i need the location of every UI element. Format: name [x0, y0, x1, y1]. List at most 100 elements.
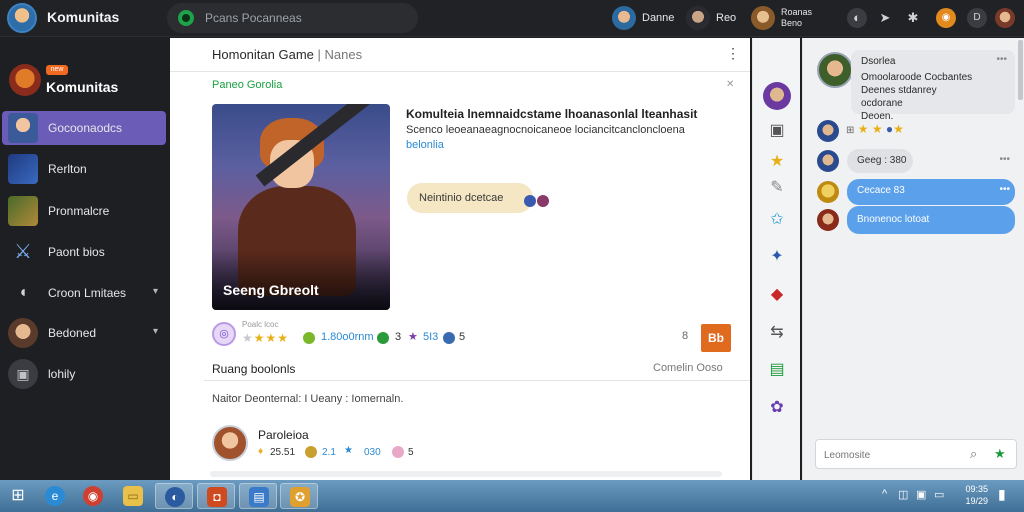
section-label: Paneo Gorolia — [212, 79, 283, 91]
sidebar-item-label: Paont bios — [48, 245, 105, 259]
d-icon[interactable]: D — [967, 8, 987, 28]
avatar[interactable] — [817, 120, 839, 142]
chat-input[interactable]: ⌕ ★ — [815, 439, 1017, 469]
taskbar-app-browser[interactable]: e — [36, 483, 74, 509]
post-description: Scenco leoeanaeagnocnoicaneoe lociancitc… — [406, 124, 685, 136]
gear-icon[interactable]: ✱ — [903, 8, 923, 28]
action-button[interactable]: Bb — [701, 324, 731, 352]
sidebar-item-rerlton[interactable]: Rerlton — [2, 152, 166, 186]
compass-icon[interactable]: ➤ — [875, 8, 895, 28]
app-logo[interactable] — [7, 3, 37, 33]
media-player-icon: ◉ — [83, 486, 103, 506]
chevron-up-icon[interactable]: ^ — [882, 488, 887, 500]
scrollbar[interactable] — [1018, 40, 1023, 100]
message-text: Cecace 83 — [857, 185, 905, 196]
avatar[interactable] — [817, 52, 853, 88]
clock-date: 19/29 — [965, 496, 988, 506]
chat-bubble-icon: ◖ — [18, 284, 28, 301]
sidebar-item-label: Rerlton — [48, 162, 87, 176]
topbar-user-reo[interactable]: Reo — [686, 4, 736, 32]
settings-gear-icon[interactable]: ◐ — [847, 8, 867, 28]
avatar-icon[interactable] — [763, 82, 791, 110]
sidebar-item-lohily[interactable]: ▣ lohily — [2, 357, 166, 391]
calendar-icon[interactable]: ▤ — [763, 357, 791, 383]
user-subtitle: Beno — [781, 18, 803, 28]
message-text: Geeg : 380 — [857, 155, 907, 166]
chevron-down-icon[interactable]: ▾ — [153, 286, 158, 297]
chat-message[interactable]: Bnonenoc lotoat — [847, 206, 1015, 234]
star-icon[interactable]: ★ — [763, 149, 791, 175]
star-outline-icon[interactable]: ✩ — [763, 207, 791, 233]
chat-message[interactable]: Cecace 83 — [847, 179, 1015, 205]
game-icon: ✪ — [290, 487, 310, 507]
more-options-icon[interactable]: ••• — [999, 154, 1010, 165]
start-button[interactable]: ⊞ — [0, 483, 38, 509]
network-icon[interactable]: ◫ — [898, 488, 908, 501]
topbar-user-roanas[interactable]: Roanas Beno — [751, 4, 812, 32]
gem-icon[interactable]: ◆ — [763, 282, 791, 308]
chat-message-card[interactable]: Dsorlea Omoolaroode Cocbantes Deenes std… — [851, 50, 1015, 122]
send-star-icon[interactable]: ★ — [994, 446, 1006, 462]
more-options-icon[interactable]: ••• — [996, 54, 1007, 65]
profile-icon[interactable] — [995, 8, 1015, 28]
battery-icon[interactable]: ▭ — [934, 488, 944, 501]
window-icon[interactable]: ▣ — [763, 118, 791, 144]
server-header[interactable]: new Komunitas — [0, 62, 168, 102]
close-icon[interactable]: ✕ — [726, 79, 734, 90]
search-icon[interactable]: ⌕ — [970, 446, 977, 462]
section-link[interactable]: Comelin Ooso — [653, 362, 723, 374]
plant-icon[interactable]: ✿ — [763, 395, 791, 421]
more-options-icon[interactable]: ••• — [999, 184, 1010, 195]
coin-icon — [303, 332, 315, 344]
chevron-down-icon[interactable]: ▾ — [153, 326, 158, 337]
scroll-indicator[interactable] — [210, 471, 722, 477]
taskbar-clock[interactable]: 09:35 19/29 — [958, 483, 988, 507]
user-stats: ♦ 25.51 2.1 ★ 030 5 — [258, 445, 458, 462]
post-link[interactable]: belonlia — [406, 139, 444, 151]
search-bar[interactable]: Pcans Pocanneas — [167, 3, 418, 33]
avatar[interactable] — [817, 209, 839, 231]
user-name: Roanas — [781, 7, 813, 17]
topbar-user-danne[interactable]: Danne — [612, 4, 674, 32]
sidebar-item-croon-lmitaes[interactable]: ◖ Croon Lmitaes ▾ — [2, 276, 166, 310]
user-stat: 2.1 — [322, 447, 336, 458]
sidebar-item-bedoned[interactable]: Bedoned ▾ — [2, 316, 166, 350]
taskbar-app-office[interactable]: ◘ — [197, 483, 235, 509]
taskbar-app-game[interactable]: ✪ — [280, 483, 318, 509]
star-blue-icon[interactable]: ✦ — [763, 244, 791, 270]
search-icon — [178, 10, 194, 26]
main-content: Homonitan Game | Nanes ⋮ Paneo Gorolia ✕… — [170, 38, 750, 480]
page-subtitle: Nanes — [324, 47, 363, 62]
sidebar-item-pronmalcre[interactable]: Pronmalcre — [2, 194, 166, 228]
game-card-image[interactable]: Seeng Gbreolt — [212, 104, 390, 310]
emoji-avatar[interactable] — [817, 181, 839, 203]
share-icon[interactable]: ⇆ — [763, 320, 791, 346]
app-title: Komunitas — [47, 9, 120, 25]
more-options-icon[interactable]: ⋮ — [726, 45, 740, 62]
message-input[interactable] — [824, 446, 954, 464]
page-title-text: Homonitan Game — [212, 47, 314, 62]
notification-icon[interactable]: ▮ — [998, 486, 1006, 503]
chat-message[interactable]: Geeg : 380 — [847, 149, 913, 173]
message-bubble[interactable]: Neintinio dcetcae — [407, 183, 533, 213]
taskbar-app-chrome[interactable]: ◐ — [155, 483, 193, 509]
sidebar-item-gocoonaodcs[interactable]: Gocoonaodcs — [2, 111, 166, 145]
user-stat: 030 — [364, 447, 381, 458]
channel-avatar — [8, 196, 38, 226]
user-name[interactable]: Paroleioa — [258, 428, 309, 442]
avatar[interactable] — [212, 425, 248, 461]
taskbar-app-editor[interactable]: ▤ — [239, 483, 277, 509]
avatar[interactable] — [817, 150, 839, 172]
ime-icon[interactable]: ▣ — [916, 488, 926, 501]
feather-icon[interactable]: ✎ — [763, 175, 791, 201]
stats-count: 5I3 — [423, 331, 439, 343]
star-icon: ★ — [408, 331, 418, 343]
card-shade — [212, 250, 390, 310]
taskbar-app-folder[interactable]: ▭ — [114, 483, 152, 509]
sidebar-item-paont-bios[interactable]: ⚔ Paont bios — [2, 235, 166, 269]
taskbar-app-media[interactable]: ◉ — [74, 483, 112, 509]
stats-count: 1.80o0rnm — [321, 331, 374, 343]
channel-avatar — [8, 318, 38, 348]
badge-icon[interactable]: ◉ — [936, 8, 956, 28]
sidebar-item-label: Bedoned — [48, 326, 97, 340]
